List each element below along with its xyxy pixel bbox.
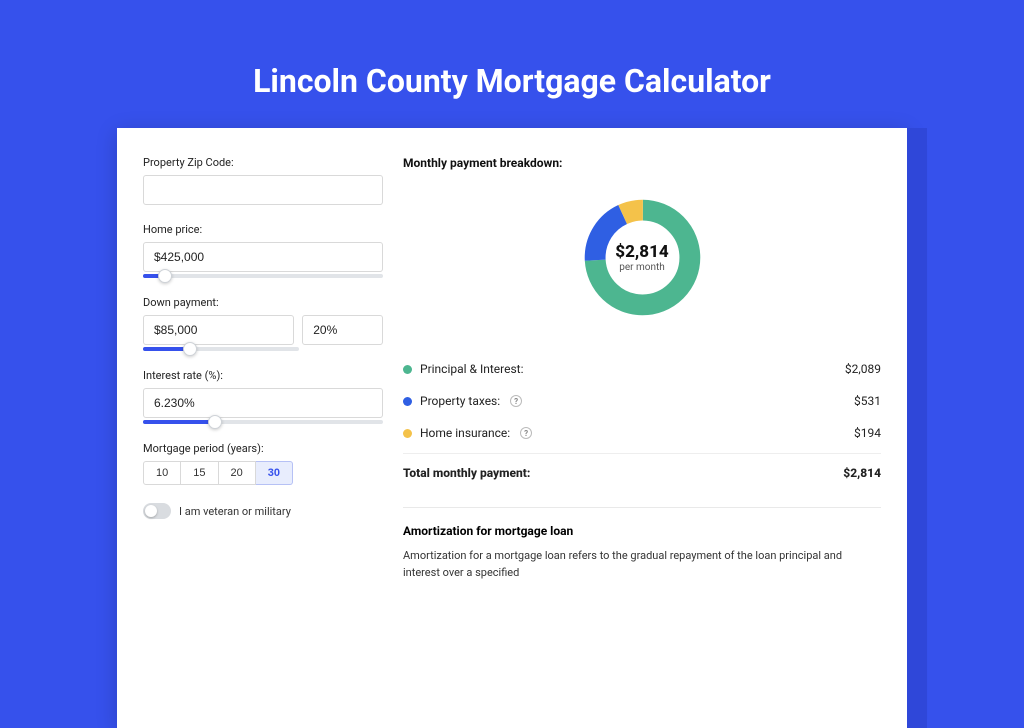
info-icon[interactable]: ? (520, 427, 532, 439)
row-insurance: Home insurance: ? $194 (403, 417, 881, 449)
slider-thumb[interactable] (183, 342, 197, 356)
down-payment-pct-input[interactable] (302, 315, 383, 345)
row-label: Principal & Interest: (420, 362, 524, 376)
dot-icon (403, 429, 412, 438)
donut-chart-wrap: $2,814 per month (403, 180, 881, 335)
donut-sub: per month (619, 262, 665, 273)
row-value: $194 (854, 426, 881, 440)
rate-slider[interactable] (143, 420, 383, 424)
home-price-slider[interactable] (143, 274, 383, 278)
slider-thumb[interactable] (208, 415, 222, 429)
info-icon[interactable]: ? (510, 395, 522, 407)
period-tab-30[interactable]: 30 (256, 461, 293, 485)
down-payment-label: Down payment: (143, 296, 383, 309)
total-label: Total monthly payment: (403, 466, 530, 480)
amortization-title: Amortization for mortgage loan (403, 524, 881, 538)
donut-chart: $2,814 per month (580, 195, 705, 320)
dot-icon (403, 365, 412, 374)
field-interest-rate: Interest rate (%): (143, 369, 383, 424)
amortization-section: Amortization for mortgage loan Amortizat… (403, 507, 881, 581)
down-payment-slider[interactable] (143, 347, 299, 351)
row-principal: Principal & Interest: $2,089 (403, 353, 881, 385)
down-payment-amount-input[interactable] (143, 315, 294, 345)
home-price-input[interactable] (143, 242, 383, 272)
row-value: $531 (854, 394, 881, 408)
amortization-text: Amortization for a mortgage loan refers … (403, 548, 881, 581)
period-tab-20[interactable]: 20 (219, 461, 256, 485)
period-tabs: 10 15 20 30 (143, 461, 383, 485)
zip-input[interactable] (143, 175, 383, 205)
zip-label: Property Zip Code: (143, 156, 383, 169)
field-zip: Property Zip Code: (143, 156, 383, 205)
dot-icon (403, 397, 412, 406)
row-label: Property taxes: (420, 394, 500, 408)
calculator-card: Property Zip Code: Home price: Down paym… (117, 128, 907, 728)
home-price-label: Home price: (143, 223, 383, 236)
row-taxes: Property taxes: ? $531 (403, 385, 881, 417)
donut-amount: $2,814 (615, 242, 668, 262)
veteran-label: I am veteran or military (179, 505, 291, 518)
slider-thumb[interactable] (158, 269, 172, 283)
row-total: Total monthly payment: $2,814 (403, 453, 881, 489)
period-tab-10[interactable]: 10 (143, 461, 181, 485)
field-period: Mortgage period (years): 10 15 20 30 (143, 442, 383, 485)
veteran-toggle[interactable] (143, 503, 171, 519)
row-label: Home insurance: (420, 426, 510, 440)
form-column: Property Zip Code: Home price: Down paym… (143, 156, 383, 728)
field-down-payment: Down payment: (143, 296, 383, 351)
row-value: $2,089 (845, 362, 881, 376)
period-label: Mortgage period (years): (143, 442, 383, 455)
total-value: $2,814 (843, 466, 881, 480)
page-title: Lincoln County Mortgage Calculator (0, 0, 1024, 128)
rate-label: Interest rate (%): (143, 369, 383, 382)
breakdown-title: Monthly payment breakdown: (403, 156, 881, 170)
rate-input[interactable] (143, 388, 383, 418)
field-home-price: Home price: (143, 223, 383, 278)
veteran-row: I am veteran or military (143, 503, 383, 519)
period-tab-15[interactable]: 15 (181, 461, 218, 485)
breakdown-column: Monthly payment breakdown: $2,814 per mo… (403, 156, 881, 728)
